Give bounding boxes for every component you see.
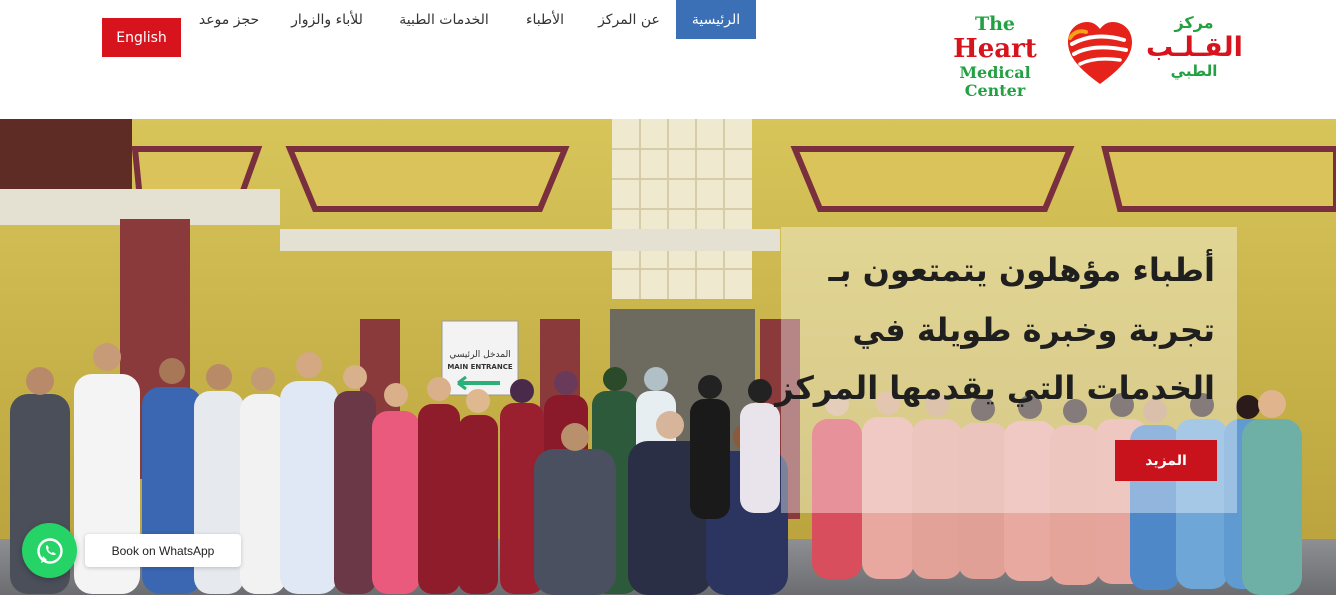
whatsapp-booking-label[interactable]: Book on WhatsApp [85,534,241,567]
hero-caption-line-1: أطباء مؤهلون يتمتعون بـ [828,251,1215,289]
language-english-button[interactable]: English [102,18,181,57]
nav-parents-visitors[interactable]: للأباء والزوار [286,0,368,39]
hero-slider: المدخل الرئيسي MAIN ENTRANCE أطباء مؤهلو… [0,119,1336,595]
nav-book-appointment[interactable]: حجز موعد [196,0,262,39]
hero-caption-line-2: تجربة وخبرة طويلة في [852,311,1215,349]
logo-en-line3: Medical Center [959,63,1031,101]
logo-ar-line2: القـلـب [1146,32,1243,64]
logo-ar-line3: الطبي [1170,62,1218,81]
logo-en-line2: Heart [953,34,1037,65]
nav-medical-services[interactable]: الخدمات الطبية [392,0,496,39]
whatsapp-button[interactable] [22,523,77,578]
whatsapp-icon [36,537,63,564]
heart-logo-icon [1068,22,1132,84]
logo-en-line1: The [974,13,1016,35]
logo-arabic-text: مركز القـلـب الطبي [1146,13,1243,81]
nav-home[interactable]: الرئيسية [676,0,756,39]
hero-caption-line-3: الخدمات التي يقدمها المركز [775,369,1215,407]
logo-ar-line1: مركز [1174,13,1214,32]
entrance-sign-english: MAIN ENTRANCE [447,363,513,371]
hero-caption-box: أطباء مؤهلون يتمتعون بـ تجربة وخبرة طويل… [775,227,1237,513]
entrance-sign-arabic: المدخل الرئيسي [449,350,510,360]
site-logo[interactable]: The Heart Medical Center مركز القـلـب ال… [934,13,1244,100]
nav-about-center[interactable]: عن المركز [596,0,662,39]
more-button[interactable]: المزيد [1115,440,1217,481]
logo-english-text: The Heart Medical Center [934,13,1056,101]
nav-doctors[interactable]: الأطباء [520,0,570,39]
site-header: English حجز موعد للأباء والزوار الخدمات … [0,0,1336,119]
